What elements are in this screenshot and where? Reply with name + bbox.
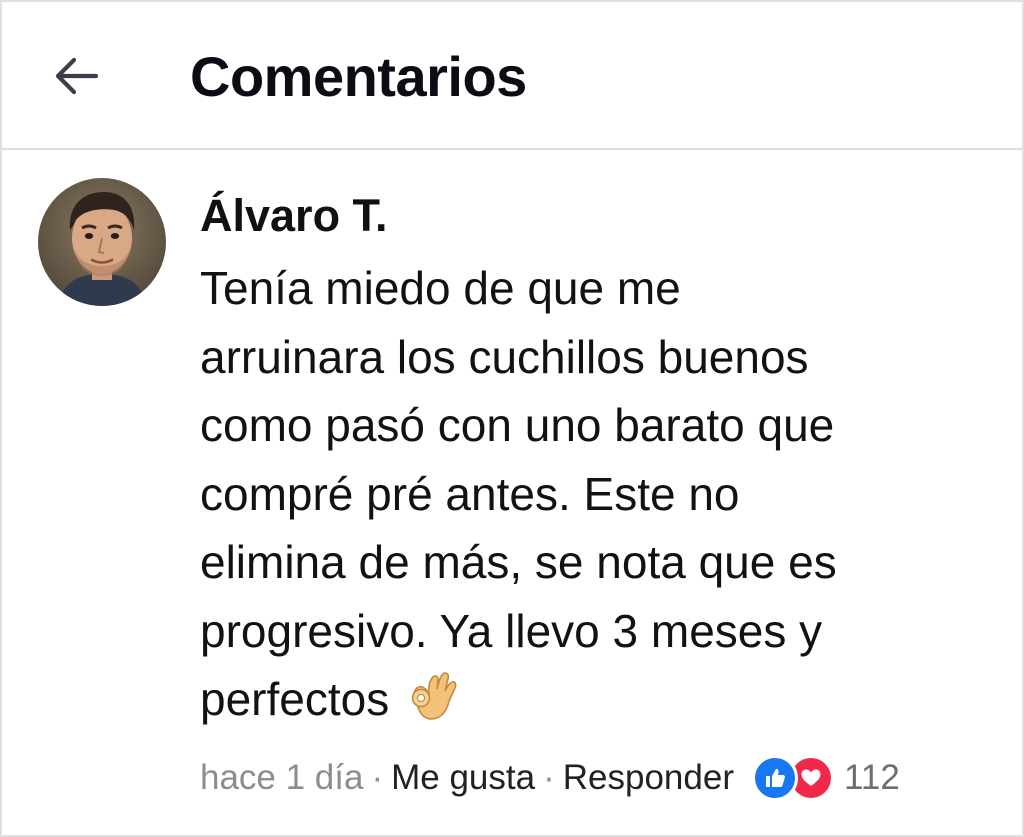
reactions-summary[interactable]: 112 xyxy=(751,755,900,801)
arrow-left-icon xyxy=(55,57,99,95)
reaction-count: 112 xyxy=(843,758,900,797)
avatar[interactable] xyxy=(38,178,166,306)
comment-body: Tenía miedo de que me arruinara los cuch… xyxy=(200,254,1000,742)
like-button[interactable]: Me gusta xyxy=(391,758,535,798)
page-title: Comentarios xyxy=(190,45,527,108)
user-avatar-icon xyxy=(38,178,166,306)
comment-author[interactable]: Álvaro T. xyxy=(200,186,388,246)
back-button[interactable] xyxy=(46,48,106,104)
comment-text: Tenía miedo de que me arruinara los cuch… xyxy=(200,262,837,725)
header-bar: Comentarios xyxy=(2,2,1022,150)
comments-screen: Comentarios Álvaro T. Tenía miedo de que… xyxy=(0,0,1024,837)
comment-timestamp: hace 1 día xyxy=(200,758,364,797)
separator: · xyxy=(371,758,384,797)
ok-hand-icon xyxy=(403,667,457,742)
comment-actions: hace 1 día · Me gusta · Responder 112 xyxy=(200,754,900,802)
separator: · xyxy=(543,758,555,797)
reply-button[interactable]: Responder xyxy=(563,758,734,798)
like-icon xyxy=(751,755,798,801)
